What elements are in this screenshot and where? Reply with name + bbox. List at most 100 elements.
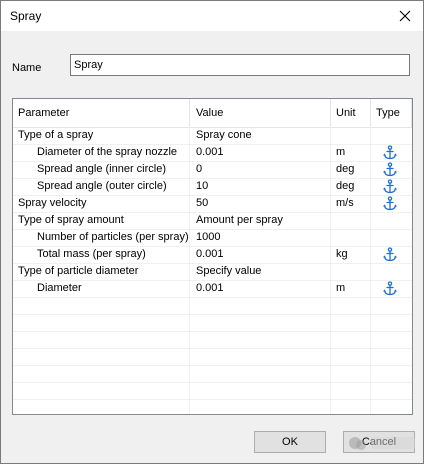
cell-unit xyxy=(331,229,371,246)
table-row[interactable]: Spread angle (inner circle) 0 deg xyxy=(13,161,412,179)
cell-parameter xyxy=(13,399,190,414)
name-input[interactable] xyxy=(70,54,410,76)
parameter-name: Spread angle (outer circle) xyxy=(37,180,167,192)
cell-unit xyxy=(331,212,371,229)
cell-unit xyxy=(331,365,371,382)
anchor-icon[interactable] xyxy=(382,145,398,160)
cell-value[interactable]: 1000 xyxy=(190,229,331,246)
anchor-icon[interactable] xyxy=(382,162,398,177)
cell-unit: kg xyxy=(331,246,371,263)
cell-unit xyxy=(331,382,371,399)
cell-value[interactable]: 0.001 xyxy=(190,280,331,297)
table-row[interactable]: Type of a spray Spray cone xyxy=(13,127,412,145)
parameter-value: Spray cone xyxy=(196,129,252,141)
cell-type xyxy=(371,212,412,229)
cell-value[interactable]: 0.001 xyxy=(190,246,331,263)
cell-value[interactable]: 0 xyxy=(190,161,331,178)
parameter-unit: m/s xyxy=(336,197,354,209)
cell-value[interactable]: 10 xyxy=(190,178,331,195)
cell-parameter: Type of particle diameter xyxy=(13,263,190,280)
parameter-name: Diameter xyxy=(37,282,82,294)
header-value[interactable]: Value xyxy=(190,99,331,127)
empty-row xyxy=(13,365,412,383)
table-row[interactable]: Spread angle (outer circle) 10 deg xyxy=(13,178,412,196)
cell-unit xyxy=(331,348,371,365)
cancel-button[interactable]: Cancel xyxy=(343,431,415,453)
cell-parameter xyxy=(13,348,190,365)
cell-parameter: Diameter of the spray nozzle xyxy=(13,144,190,161)
parameter-value: 1000 xyxy=(196,231,221,243)
empty-row xyxy=(13,348,412,366)
cell-parameter: Spread angle (inner circle) xyxy=(13,161,190,178)
cell-parameter: Type of a spray xyxy=(13,127,190,144)
cell-parameter: Type of spray amount xyxy=(13,212,190,229)
cell-unit xyxy=(331,331,371,348)
close-icon xyxy=(399,10,411,22)
table-header: Parameter Value Unit Type xyxy=(13,99,412,128)
table-row[interactable]: Total mass (per spray) 0.001 kg xyxy=(13,246,412,264)
cell-unit: m/s xyxy=(331,195,371,212)
cell-parameter xyxy=(13,382,190,399)
parameter-value: Specify value xyxy=(196,265,262,277)
anchor-icon[interactable] xyxy=(382,196,398,211)
anchor-icon[interactable] xyxy=(382,281,398,296)
table-row[interactable]: Spray velocity 50 m/s xyxy=(13,195,412,213)
cell-type xyxy=(371,127,412,144)
cell-value[interactable]: 0.001 xyxy=(190,144,331,161)
table-row[interactable]: Type of spray amount Amount per spray xyxy=(13,212,412,230)
header-parameter[interactable]: Parameter xyxy=(13,99,190,127)
cell-unit: m xyxy=(331,144,371,161)
cell-unit xyxy=(331,297,371,314)
cell-type xyxy=(371,314,412,331)
empty-row xyxy=(13,331,412,349)
table-row[interactable]: Diameter 0.001 m xyxy=(13,280,412,298)
parameter-name: Type of a spray xyxy=(18,129,94,141)
cell-type xyxy=(371,297,412,314)
cell-parameter xyxy=(13,365,190,382)
cell-parameter: Number of particles (per spray) xyxy=(13,229,190,246)
cell-type xyxy=(371,144,412,161)
cell-unit xyxy=(331,399,371,414)
cell-type xyxy=(371,195,412,212)
cell-value[interactable]: 50 xyxy=(190,195,331,212)
header-type[interactable]: Type xyxy=(371,99,412,127)
cell-value xyxy=(190,365,331,382)
ok-button[interactable]: OK xyxy=(254,431,326,453)
table-row[interactable]: Type of particle diameter Specify value xyxy=(13,263,412,281)
name-label: Name xyxy=(12,62,42,74)
cell-type xyxy=(371,246,412,263)
parameter-unit: m xyxy=(336,146,346,158)
cell-unit: deg xyxy=(331,178,371,195)
cell-value[interactable]: Amount per spray xyxy=(190,212,331,229)
cell-unit xyxy=(331,263,371,280)
cell-type xyxy=(371,365,412,382)
cell-unit: deg xyxy=(331,161,371,178)
parameter-value: 50 xyxy=(196,197,209,209)
cell-unit xyxy=(331,127,371,144)
anchor-icon[interactable] xyxy=(382,247,398,262)
parameter-value: 0.001 xyxy=(196,146,224,158)
cell-value xyxy=(190,314,331,331)
empty-row xyxy=(13,382,412,400)
close-button[interactable] xyxy=(393,4,417,28)
cell-type xyxy=(371,229,412,246)
cell-type xyxy=(371,280,412,297)
cell-parameter: Total mass (per spray) xyxy=(13,246,190,263)
cell-parameter: Diameter xyxy=(13,280,190,297)
table-row[interactable]: Diameter of the spray nozzle 0.001 m xyxy=(13,144,412,162)
parameter-name: Type of particle diameter xyxy=(18,265,139,277)
parameter-unit: deg xyxy=(336,163,355,175)
parameter-value: 10 xyxy=(196,180,209,192)
anchor-icon[interactable] xyxy=(382,179,398,194)
cell-value xyxy=(190,348,331,365)
cell-value xyxy=(190,297,331,314)
cell-value xyxy=(190,382,331,399)
spray-dialog: Spray Name Parameter Value Unit Type Typ… xyxy=(0,0,424,464)
table-row[interactable]: Number of particles (per spray) 1000 xyxy=(13,229,412,247)
header-unit[interactable]: Unit xyxy=(331,99,371,127)
cell-value[interactable]: Specify value xyxy=(190,263,331,280)
cell-parameter xyxy=(13,331,190,348)
cell-value[interactable]: Spray cone xyxy=(190,127,331,144)
cell-parameter: Spread angle (outer circle) xyxy=(13,178,190,195)
cell-type xyxy=(371,348,412,365)
